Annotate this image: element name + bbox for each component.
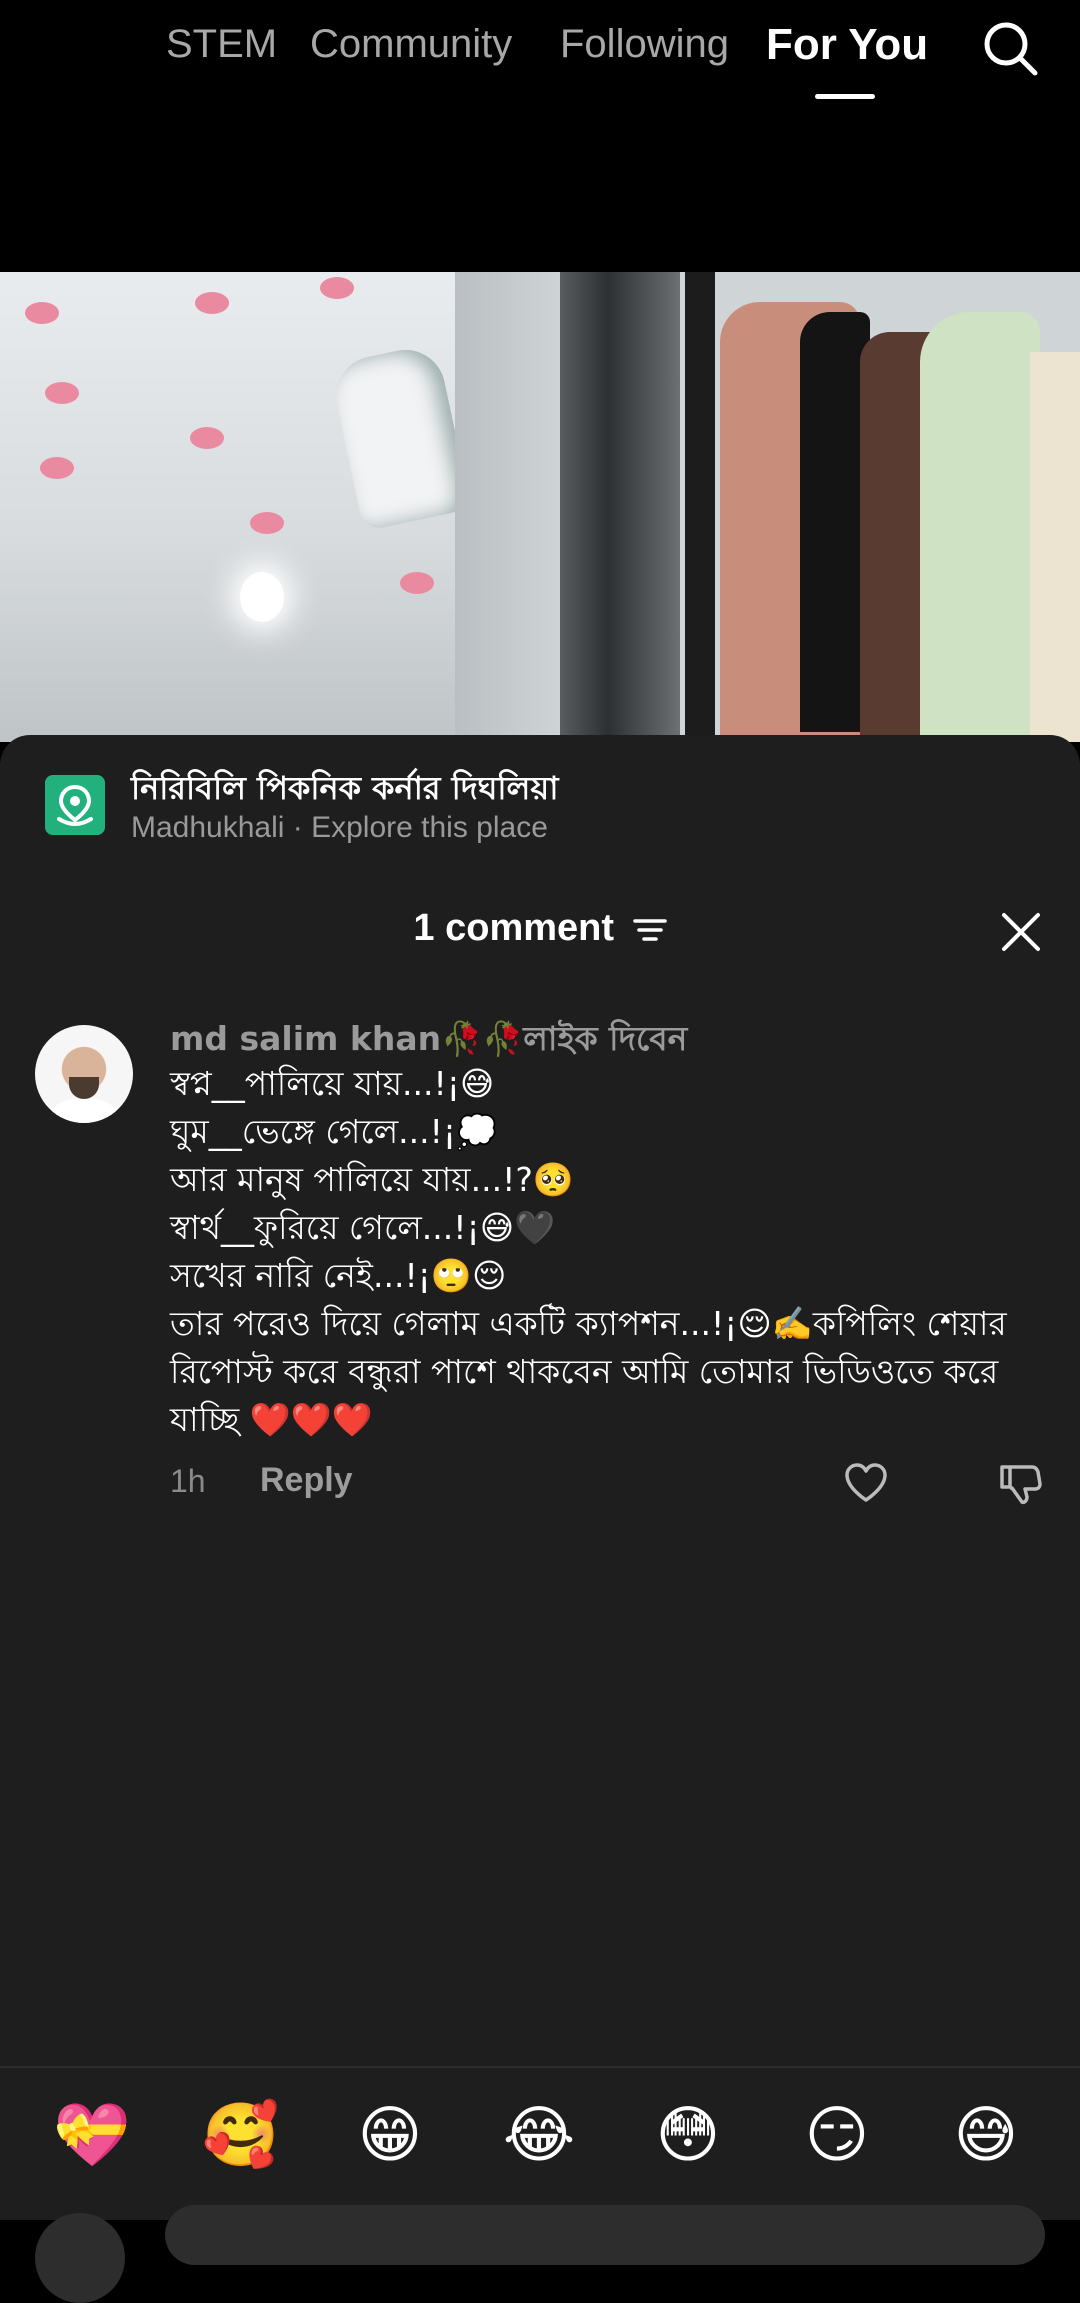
decor (250, 512, 284, 534)
comment-line: ঘুম__ভেঙ্গে গেলে...!¡💭 (170, 1112, 498, 1151)
place-title: নিরিবিলি পিকনিক কর্নার দিঘলিয়া (131, 769, 559, 807)
user-avatar (35, 2213, 125, 2303)
decor (40, 457, 74, 479)
comment-time: 1h (170, 1463, 206, 1499)
avatar-detail (45, 1099, 123, 1123)
video-frame (685, 272, 715, 742)
video-player[interactable] (0, 272, 1080, 742)
reply-button[interactable]: Reply (260, 1461, 353, 1500)
close-icon[interactable] (999, 910, 1043, 954)
avatar[interactable] (35, 1025, 133, 1123)
decor (25, 302, 59, 324)
video-frame (1030, 352, 1080, 742)
comment-count: 1 comment (413, 907, 615, 949)
quick-emoji-bar: 💝 🥰 😁 😂 😳 😏 😅 (0, 2095, 1080, 2195)
emoji-button[interactable]: 😂 (499, 2095, 579, 2175)
place-subtitle: Madhukhali · Explore this place (131, 811, 548, 844)
comment-input[interactable] (165, 2205, 1045, 2265)
tab-for-you[interactable]: For You (766, 20, 928, 70)
emoji-button[interactable]: 💝 (52, 2095, 132, 2175)
heart-icon[interactable] (842, 1459, 890, 1507)
video-frame (240, 572, 284, 622)
emoji-button[interactable]: 😳 (648, 2095, 728, 2175)
emoji-button[interactable]: 😁 (350, 2095, 430, 2175)
active-tab-indicator (815, 94, 875, 99)
top-navigation: STEM Community Following For You (0, 0, 1080, 272)
filter-icon[interactable] (632, 916, 667, 944)
decor (45, 382, 79, 404)
video-frame (920, 312, 1040, 742)
tab-following[interactable]: Following (560, 22, 729, 67)
dislike-icon[interactable] (996, 1459, 1044, 1507)
map-pin-icon (45, 775, 105, 835)
video-frame (560, 272, 680, 742)
tab-community[interactable]: Community (310, 22, 512, 67)
decor (190, 427, 224, 449)
emoji-button[interactable]: 😅 (946, 2095, 1026, 2175)
comment-line: সখের নারি নেই...!¡🙄😌 (170, 1256, 507, 1295)
tab-stem[interactable]: STEM (166, 22, 277, 67)
comment-line: স্বার্থ__ফুরিয়ে গেলে...!¡😅🖤 (170, 1208, 556, 1247)
search-icon[interactable] (980, 18, 1040, 78)
comments-sheet: নিরিবিলি পিকনিক কর্নার দিঘলিয়া Madhukha… (0, 735, 1080, 2303)
comment-line: স্বপ্ন__পালিয়ে যায়...!¡😅 (170, 1064, 495, 1103)
comment-text: স্বপ্ন__পালিয়ে যায়...!¡😅 ঘুম__ভেঙ্গে গ… (170, 1060, 1050, 1444)
decor (320, 277, 354, 299)
decor (195, 292, 229, 314)
comment-line: তার পরেও দিয়ে গেলাম একটি ক্যাপশন...!¡😌✍… (170, 1304, 1007, 1439)
emoji-button[interactable]: 😏 (797, 2095, 877, 2175)
emoji-button[interactable]: 🥰 (201, 2095, 281, 2175)
comment-line: আর মানুষ পালিয়ে যায়...!?🥺 (170, 1160, 574, 1199)
comments-header: 1 comment (0, 907, 1080, 950)
decor (400, 572, 434, 594)
avatar-detail (69, 1077, 99, 1099)
divider (0, 2066, 1080, 2068)
